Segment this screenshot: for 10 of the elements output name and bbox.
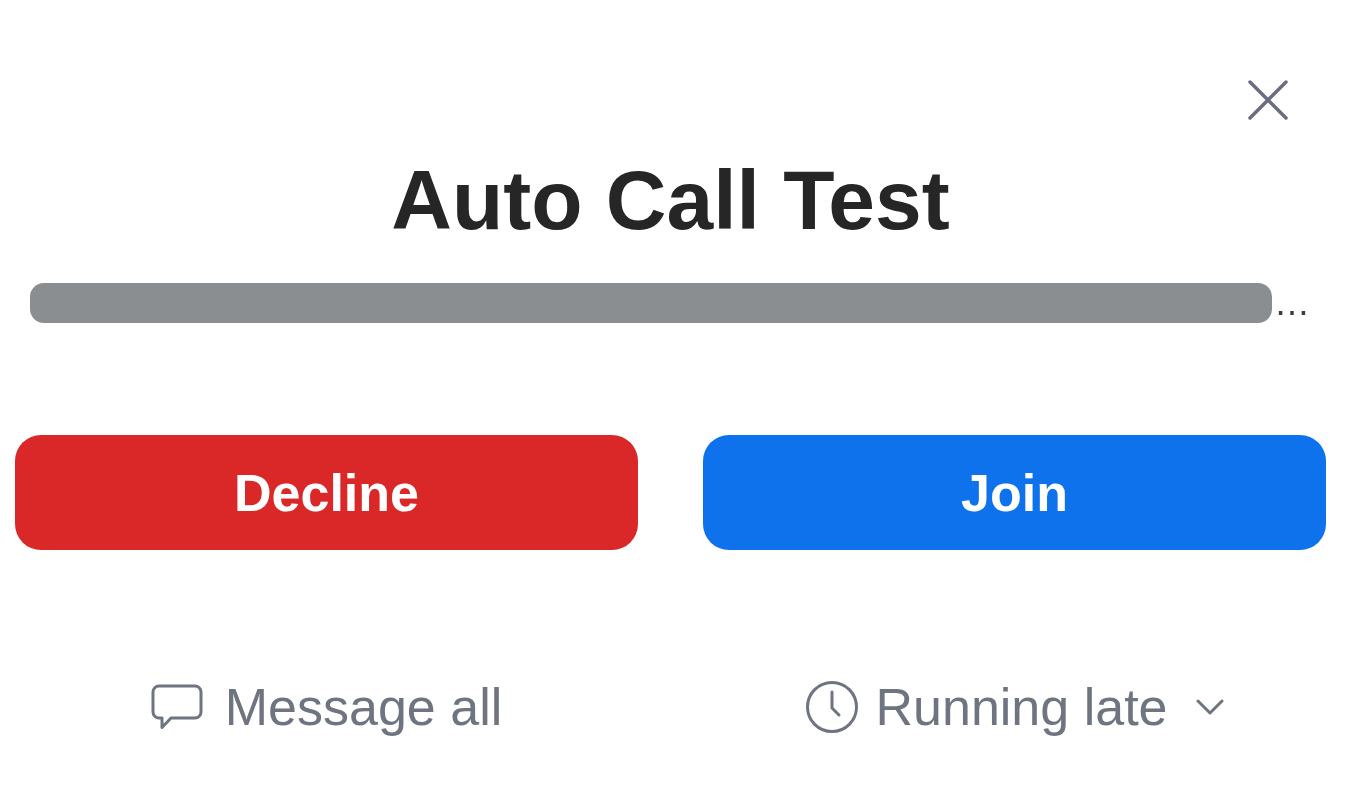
dialog-title: Auto Call Test (391, 158, 950, 242)
close-button[interactable] (1248, 80, 1288, 120)
chat-bubble-icon (150, 684, 203, 730)
close-icon (1248, 80, 1288, 120)
join-button[interactable]: Join (703, 435, 1326, 550)
running-late-button[interactable]: Running late (805, 676, 1224, 738)
message-all-button[interactable]: Message all (150, 676, 503, 738)
subtitle-ellipsis: … (1274, 283, 1310, 323)
clock-icon (805, 681, 858, 733)
decline-button[interactable]: Decline (15, 435, 638, 550)
